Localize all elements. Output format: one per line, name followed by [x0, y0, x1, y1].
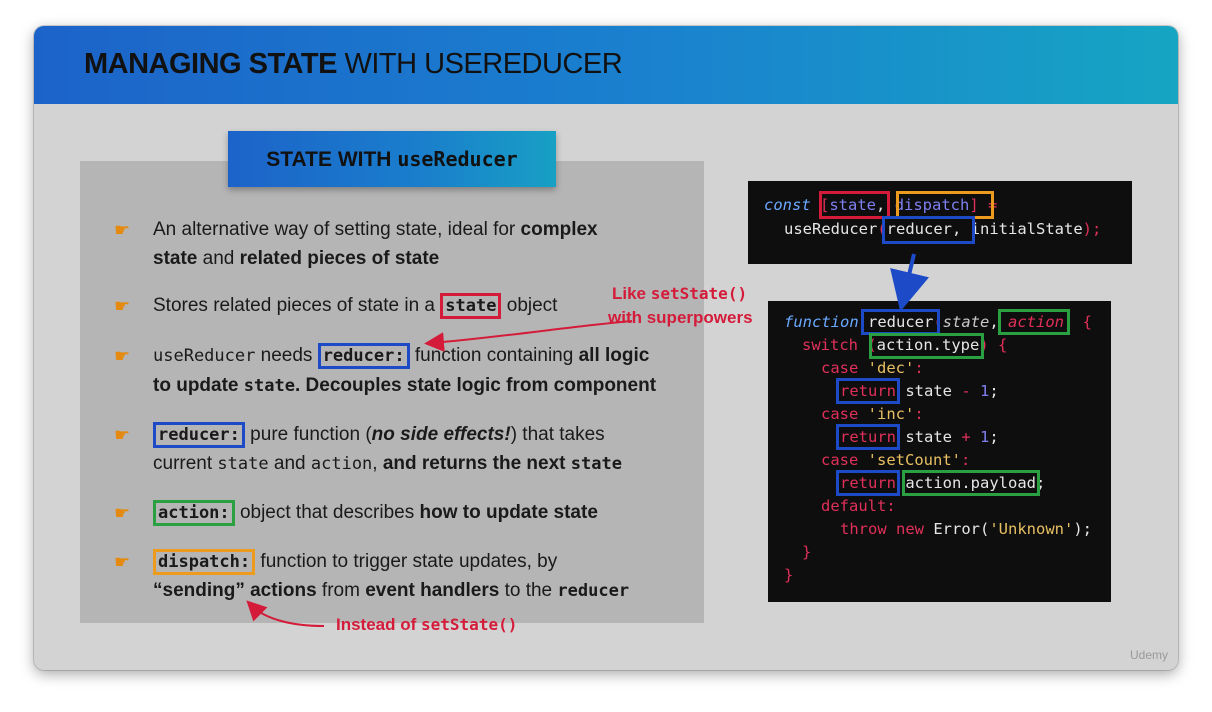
slide-window: MANAGING STATE WITH USEREDUCER STATE WIT…	[34, 26, 1178, 670]
arrow-instead-of	[246, 600, 325, 627]
annotation-arrows	[246, 253, 930, 627]
arrow-like-setstate	[424, 320, 633, 353]
arrow-reducer-to-function	[890, 253, 930, 312]
udemy-watermark: Udemy	[1129, 648, 1168, 662]
